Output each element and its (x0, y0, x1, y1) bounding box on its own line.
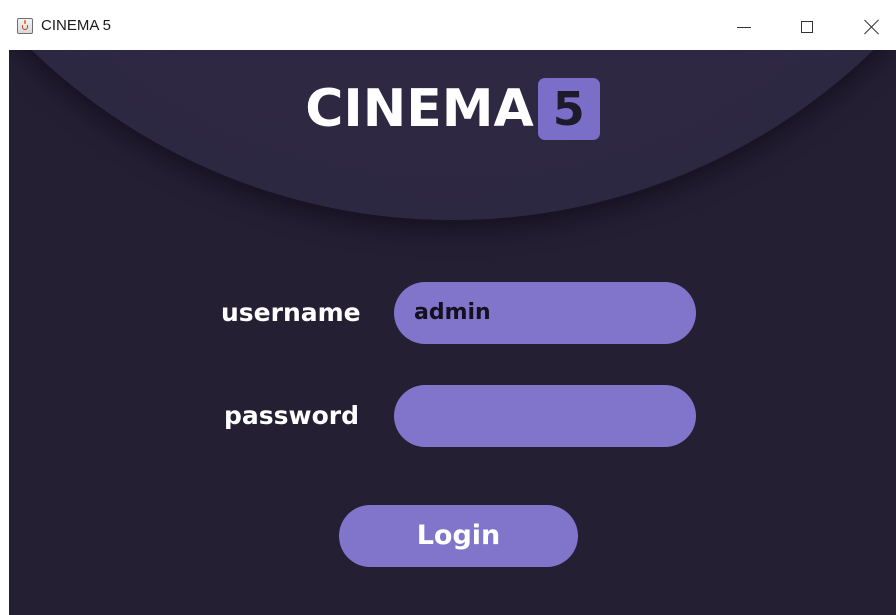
password-label: password (224, 401, 360, 430)
login-panel: CINEMA 5 username admin password Login (9, 50, 896, 615)
java-cup-icon (17, 18, 33, 34)
logo-text: CINEMA (305, 79, 534, 139)
login-button[interactable]: Login (339, 505, 578, 567)
title-bar: CINEMA 5 (0, 0, 896, 50)
password-input[interactable] (394, 385, 696, 447)
close-icon (864, 19, 880, 35)
username-label: username (221, 298, 361, 327)
close-button[interactable] (841, 0, 896, 50)
minimize-icon (737, 27, 751, 28)
cinema-logo: CINEMA 5 (9, 78, 896, 140)
logo-badge: 5 (537, 78, 600, 140)
maximize-icon (801, 21, 813, 33)
minimize-button[interactable] (713, 0, 773, 50)
window-title: CINEMA 5 (41, 17, 112, 34)
username-input[interactable]: admin (394, 282, 696, 344)
maximize-button[interactable] (777, 0, 837, 50)
application-window: CINEMA 5 CINEMA 5 username admin password… (0, 0, 896, 615)
